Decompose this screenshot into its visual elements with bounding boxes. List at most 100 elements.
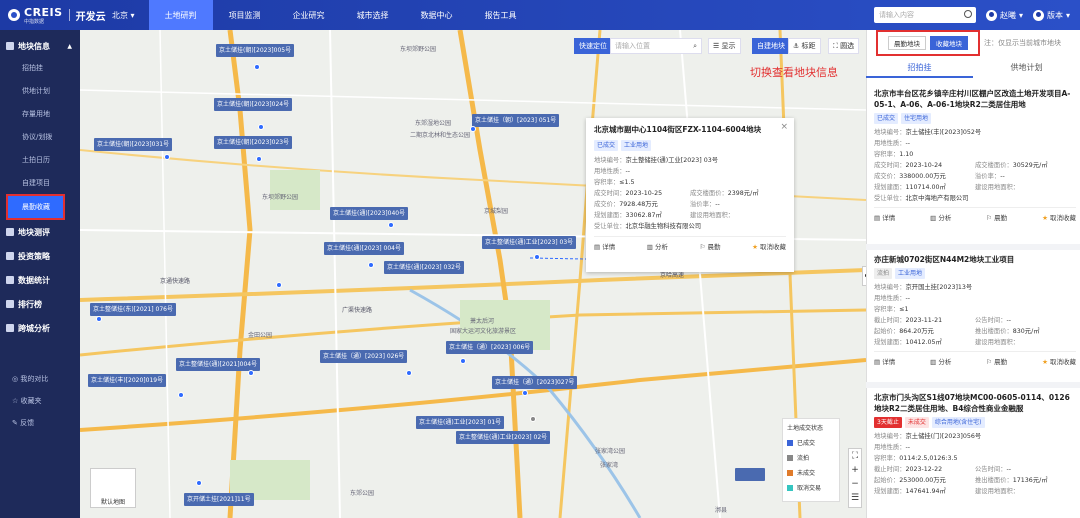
unfavorite-button[interactable]: ★ 取消收藏 [1042, 356, 1076, 366]
nav-city[interactable]: 城市选择 [341, 0, 405, 30]
nav-data[interactable]: 数据中心 [405, 0, 469, 30]
search-icon[interactable]: ⌕ [693, 42, 697, 51]
block-label[interactable]: 京土整储挂(通)工业[2023] 02号 [456, 431, 551, 444]
legend-item[interactable]: 未成交 [787, 468, 835, 477]
analysis-button[interactable]: ▥ 分析 [930, 212, 951, 222]
sidebar-group-cross-city[interactable]: 跨城分析 [0, 318, 80, 338]
sidebar-item-stock[interactable]: 存量用地 [0, 102, 80, 125]
circle-select-tool[interactable]: ⛶ 圆选 [828, 38, 860, 54]
user-menu[interactable]: 赵曦 ▾ [985, 9, 1023, 21]
logo[interactable]: CREIS 中指数据 开发云 [0, 0, 130, 30]
sidebar-group-evaluation[interactable]: 地块测评 [0, 222, 80, 242]
nav-report[interactable]: 报告工具 [469, 0, 533, 30]
detail-button[interactable]: ▤ 详情 [874, 212, 895, 222]
block-label[interactable]: 京土整储挂(东)[2021] 076号 [90, 303, 176, 316]
map-marker[interactable] [196, 480, 202, 486]
analysis-button[interactable]: ▥ 分析 [930, 356, 951, 366]
land-card[interactable]: 北京市丰台区花乡镇辛庄村川区棚户区改造土地开发项目A-05-1、A-06、A-0… [874, 88, 1076, 222]
sidebar-group-ranking[interactable]: 排行榜 [0, 294, 80, 314]
map-marker[interactable] [470, 126, 476, 132]
block-label[interactable]: 京土整储挂(通)[2021]004号 [176, 358, 261, 371]
zoom-out-button[interactable]: − [849, 477, 861, 491]
map-marker[interactable] [164, 154, 170, 160]
map-marker[interactable] [254, 64, 260, 70]
sidebar-item-agreement[interactable]: 协议/划拨 [0, 125, 80, 148]
block-label[interactable]: 京土储挂（朝）[2023] 051号 [472, 114, 560, 127]
legend-item[interactable]: 取消交易 [787, 483, 835, 492]
close-icon[interactable]: × [780, 122, 788, 132]
sidebar-feedback[interactable]: ✎ 反馈 [0, 412, 80, 434]
sidebar-item-favorites[interactable]: 晨勤收藏 [6, 194, 65, 220]
search-icon[interactable] [963, 10, 972, 18]
sidebar-group-strategy[interactable]: 投资策略 [0, 246, 80, 266]
city-selector[interactable]: 北京 ▾ [112, 10, 135, 21]
sidebar-favorites-folder[interactable]: ☆ 收藏夹 [0, 390, 80, 412]
show-toggle[interactable]: ☰ 显示 [708, 38, 741, 54]
measure-tool[interactable]: ⚓ 标距 [788, 38, 821, 54]
map-marker[interactable] [460, 358, 466, 364]
map-marker[interactable] [406, 370, 412, 376]
block-label[interactable]: 京开储土挂[2021]11号 [184, 493, 254, 506]
block-label[interactable]: 京土储挂(通)[2023] 004号 [324, 242, 404, 255]
self-built-toggle[interactable]: 自建地块 [752, 38, 790, 54]
detail-button[interactable]: ▤ 详情 [874, 356, 895, 366]
block-label[interactable]: 京土储挂(朝)[2023]005号 [216, 44, 295, 57]
follow-button[interactable]: ⚐ 晨勤 [700, 241, 721, 251]
nav-land[interactable]: 土地研判 [148, 0, 213, 30]
map-marker[interactable] [256, 156, 262, 162]
land-card[interactable]: 亦庄新城0702街区N44M2地块工业项目 流拍 工业用地 地块编号：京开国土挂[… [874, 254, 1076, 366]
sidebar-group-stats[interactable]: 数据统计 [0, 270, 80, 290]
zoom-in-button[interactable]: + [849, 463, 861, 477]
map-canvas[interactable]: 东坝郊野公园 东郊湿地公园 二期京北林和生态公园 东坝郊野公园 京城梨园 萧太后… [80, 30, 866, 518]
follow-land-button[interactable]: 晨勤地块 [888, 36, 926, 50]
quick-locate-button[interactable]: 快速定位 [574, 38, 612, 54]
default-map-toggle[interactable]: 默认地图 [90, 468, 136, 508]
unfavorite-button[interactable]: ★ 取消收藏 [1042, 212, 1076, 222]
map-marker[interactable] [248, 370, 254, 376]
map-marker[interactable] [534, 254, 540, 260]
card-title[interactable]: 北京市门头沟区S1线07地块MC00-0605-0114、0126地块R2二类居… [874, 392, 1076, 414]
legend-item[interactable]: 已成交 [787, 438, 835, 447]
map-marker[interactable] [276, 282, 282, 288]
map-marker[interactable] [522, 390, 528, 396]
sidebar-item-auction[interactable]: 招拍挂 [0, 56, 80, 79]
card-title[interactable]: 亦庄新城0702街区N44M2地块工业项目 [874, 254, 1076, 265]
map-marker[interactable] [258, 124, 264, 130]
map-marker[interactable] [368, 262, 374, 268]
map-marker[interactable] [388, 222, 394, 228]
detail-button[interactable]: ▤ 详情 [594, 241, 615, 251]
sidebar-item-calendar[interactable]: 土拍日历 [0, 148, 80, 171]
nav-company[interactable]: 企业研究 [277, 0, 341, 30]
block-label-partial[interactable] [735, 468, 765, 481]
legend-item[interactable]: 流拍 [787, 453, 835, 462]
block-label[interactable]: 京土储挂（通）[2023] 026号 [320, 350, 408, 363]
block-label[interactable]: 京土储挂(通)[2023]040号 [330, 207, 409, 220]
follow-button[interactable]: ⚐ 晨勤 [986, 212, 1007, 222]
map-marker[interactable] [530, 416, 536, 422]
follow-button[interactable]: ⚐ 晨勤 [986, 356, 1007, 366]
map-marker[interactable] [96, 316, 102, 322]
sidebar-item-self-built[interactable]: 自建项目 [0, 171, 80, 194]
land-card[interactable]: 北京市门头沟区S1线07地块MC00-0605-0114、0126地块R2二类居… [874, 392, 1076, 497]
layers-icon[interactable]: ☰ [849, 491, 861, 505]
version-menu[interactable]: 版本 ▾ [1032, 9, 1070, 21]
tab-supply-plan[interactable]: 供地计划 [973, 58, 1080, 78]
tab-auction[interactable]: 招拍挂 [866, 58, 973, 78]
top-search-input[interactable]: 请输入内容 [873, 7, 976, 23]
block-label[interactable]: 京土储挂(通)工业[2023] 01号 [416, 416, 505, 429]
block-label[interactable]: 京土储挂(朝)[2023]023号 [214, 136, 293, 149]
block-label[interactable]: 京土储挂（通）[2023] 006号 [446, 341, 534, 354]
card-title[interactable]: 北京市丰台区花乡镇辛庄村川区棚户区改造土地开发项目A-05-1、A-06、A-0… [874, 88, 1076, 110]
fullscreen-icon[interactable]: ⛶ [849, 449, 861, 463]
sidebar-compare[interactable]: ◎ 我的对比 [0, 368, 80, 390]
block-label[interactable]: 京土储挂(朝)[2023]031号 [94, 138, 173, 151]
favorite-land-button[interactable]: 收藏地块 [930, 36, 968, 50]
block-label[interactable]: 京土储挂(通)[2023] 032号 [384, 261, 464, 274]
location-search-input[interactable]: 请输入位置 ⌕ [610, 38, 702, 54]
block-label[interactable]: 京土整储挂(通)工业[2023] 03号 [482, 236, 577, 249]
block-label[interactable]: 京土储挂(朝)[2023]024号 [214, 98, 293, 111]
map-marker[interactable] [178, 392, 184, 398]
analysis-button[interactable]: ▥ 分析 [647, 241, 668, 251]
block-label[interactable]: 京土储挂（通）[2023]027号 [492, 376, 578, 389]
sidebar-group-land-info[interactable]: 地块信息 ▲ [0, 36, 80, 56]
